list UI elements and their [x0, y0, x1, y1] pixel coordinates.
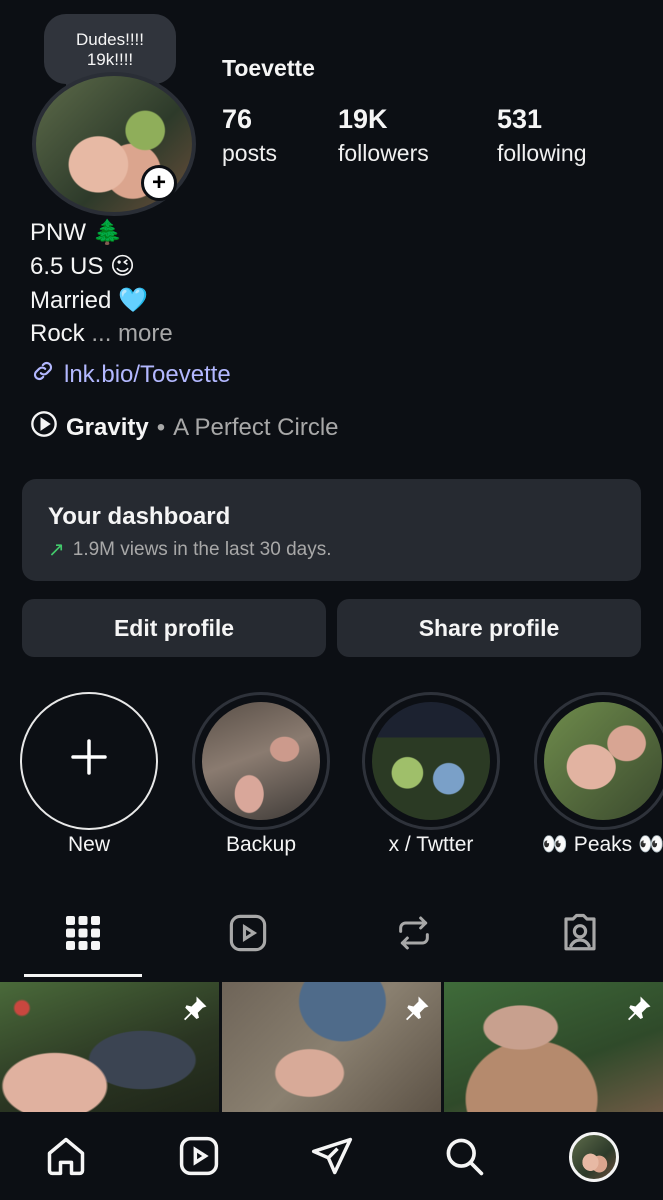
music-separator: •: [156, 413, 166, 441]
grid-icon: [65, 915, 101, 956]
highlight-label-twitter: x / Twtter: [388, 833, 474, 856]
reels-nav-icon[interactable]: [175, 1132, 223, 1180]
followers-label[interactable]: followers: [338, 140, 429, 167]
post-thumbnail[interactable]: [444, 982, 663, 1112]
highlight-twitter-image: [372, 702, 490, 820]
music-song: Gravity: [66, 413, 149, 441]
bio-link[interactable]: lnk.bio/Toevette: [30, 358, 231, 391]
music-artist: A Perfect Circle: [173, 413, 339, 441]
bio-line-4-text: Rock: [30, 320, 85, 347]
tab-tagged[interactable]: [550, 910, 610, 960]
reels-icon: [227, 912, 269, 959]
following-label[interactable]: following: [497, 140, 587, 167]
following-count[interactable]: 531: [497, 104, 542, 135]
home-icon[interactable]: [42, 1132, 90, 1180]
post-thumbnail[interactable]: [0, 982, 219, 1112]
bio-line-3: Married 🩵: [30, 287, 148, 314]
messages-icon[interactable]: [308, 1132, 356, 1180]
highlight-label-backup: Backup: [225, 833, 297, 856]
edit-profile-button[interactable]: Edit profile: [22, 599, 326, 657]
followers-count[interactable]: 19K: [338, 104, 388, 135]
post-thumbnail[interactable]: [222, 982, 441, 1112]
bio-link-text: lnk.bio/Toevette: [64, 360, 231, 388]
highlight-label-peaks: 👀 Peaks 👀: [541, 833, 663, 856]
highlight-label-new: New: [67, 833, 110, 856]
bio-line-4: Rock ... more: [30, 320, 173, 348]
dashboard-subtitle: ↗ 1.9M views in the last 30 days.: [48, 537, 332, 562]
bio-more-link[interactable]: ... more: [91, 320, 172, 347]
play-circle-icon: [30, 410, 58, 445]
highlight-twitter[interactable]: [362, 692, 500, 830]
active-tab-indicator: [24, 974, 142, 977]
dashboard-title: Your dashboard: [48, 503, 231, 530]
pin-icon: [623, 994, 653, 1024]
highlight-backup[interactable]: [192, 692, 330, 830]
tab-reels[interactable]: [218, 910, 278, 960]
share-profile-button[interactable]: Share profile: [337, 599, 641, 657]
profile-tab-avatar[interactable]: [569, 1132, 619, 1182]
profile-username: Toevette: [222, 55, 315, 81]
bio-line-1: PNW 🌲: [30, 219, 123, 246]
posts-count[interactable]: 76: [222, 104, 252, 135]
posts-label[interactable]: posts: [222, 140, 277, 167]
search-icon[interactable]: [440, 1132, 488, 1180]
highlight-backup-image: [202, 702, 320, 820]
tab-grid[interactable]: [53, 910, 113, 960]
pin-icon: [401, 994, 431, 1024]
tab-reposts[interactable]: [384, 910, 444, 960]
profile-music[interactable]: Gravity • A Perfect Circle: [30, 410, 339, 445]
trend-up-icon: ↗: [48, 539, 65, 561]
note-text: Dudes!!!! 19k!!!!: [75, 30, 145, 69]
new-highlight-button[interactable]: [20, 692, 158, 830]
pin-icon: [179, 994, 209, 1024]
tagged-person-icon: [559, 912, 601, 959]
dashboard-views: 1.9M views in the last 30 days.: [72, 538, 332, 560]
add-story-plus-icon[interactable]: +: [141, 165, 177, 201]
plus-icon: [69, 734, 109, 789]
link-icon: [30, 358, 56, 391]
bio-line-2: 6.5 US 😉: [30, 253, 136, 280]
highlight-peaks[interactable]: [534, 692, 663, 830]
highlight-peaks-image: [544, 702, 662, 820]
repost-icon: [394, 913, 434, 958]
